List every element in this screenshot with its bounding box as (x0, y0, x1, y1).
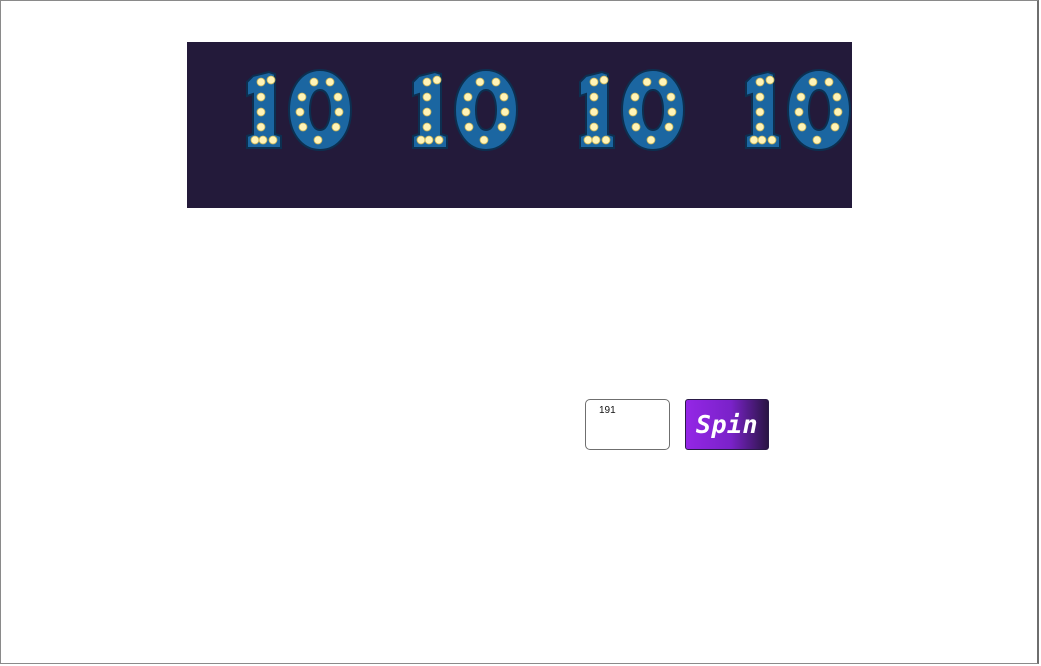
bulb-light (422, 122, 432, 132)
bulb-light (664, 122, 673, 132)
bulb-light (475, 77, 485, 87)
bulb-light (642, 77, 651, 87)
bulb-light (463, 92, 473, 102)
bulb-light (434, 135, 444, 145)
marquee-10-icon (246, 68, 353, 152)
bulb-light (479, 135, 489, 145)
bulb-light (658, 77, 667, 87)
bulb-light (755, 77, 765, 87)
bulb-light (266, 75, 276, 85)
bulb-light (295, 107, 305, 117)
slot-reels (187, 42, 852, 208)
marquee-10-icon (578, 68, 685, 152)
bulb-light (333, 92, 343, 102)
bulb-light (256, 107, 266, 117)
reel-2 (353, 42, 519, 208)
bulb-light (432, 75, 442, 85)
bulb-light (309, 77, 319, 87)
bulb-light (256, 77, 266, 87)
bulb-light (497, 122, 507, 132)
bulb-light (583, 135, 592, 145)
bulb-light (313, 135, 323, 145)
bulb-light (422, 77, 432, 87)
bulb-light (589, 92, 598, 102)
bulb-light (666, 92, 675, 102)
reel-1 (187, 42, 353, 208)
bulb-light (331, 122, 341, 132)
bulb-light (797, 122, 807, 132)
bulb-light (812, 135, 822, 145)
reel-4 (686, 42, 852, 208)
bet-input[interactable]: 191 (585, 399, 670, 450)
bulb-light (589, 77, 598, 87)
bulb-light (755, 122, 765, 132)
bulb-light (757, 135, 767, 145)
bulb-light (256, 122, 266, 132)
marquee-10-icon (744, 68, 851, 152)
bulb-light (630, 92, 639, 102)
bulb-light (601, 135, 610, 145)
bulb-light (631, 122, 640, 132)
bulb-light (832, 92, 842, 102)
marquee-10-icon (412, 68, 519, 152)
bulb-light (833, 107, 843, 117)
bulb-light (424, 135, 434, 145)
reel-3 (520, 42, 686, 208)
bulb-light (749, 135, 759, 145)
bulb-light (298, 122, 308, 132)
bulb-light (646, 135, 655, 145)
bulb-light (491, 77, 501, 87)
bulb-light (667, 107, 676, 117)
bulb-light (591, 135, 600, 145)
bulb-light (755, 92, 765, 102)
bulb-light (808, 77, 818, 87)
bulb-light (830, 122, 840, 132)
bulb-light (824, 77, 834, 87)
bulb-light (796, 92, 806, 102)
spin-button[interactable]: Spin (685, 399, 769, 450)
bulb-light (268, 135, 278, 145)
bulb-light (422, 107, 432, 117)
bulb-light (794, 107, 804, 117)
bulb-light (256, 92, 266, 102)
bulb-light (250, 135, 260, 145)
bulb-light (297, 92, 307, 102)
bulb-light (325, 77, 335, 87)
bulb-light (258, 135, 268, 145)
bulb-light (464, 122, 474, 132)
bulb-light (599, 75, 608, 85)
bulb-light (500, 107, 510, 117)
bulb-light (416, 135, 426, 145)
bulb-light (461, 107, 471, 117)
bulb-light (628, 107, 637, 117)
bulb-light (589, 107, 598, 117)
bulb-light (334, 107, 344, 117)
bulb-light (499, 92, 509, 102)
bulb-light (765, 75, 775, 85)
bulb-light (755, 107, 765, 117)
bulb-light (589, 122, 598, 132)
bulb-light (422, 92, 432, 102)
bulb-light (767, 135, 777, 145)
